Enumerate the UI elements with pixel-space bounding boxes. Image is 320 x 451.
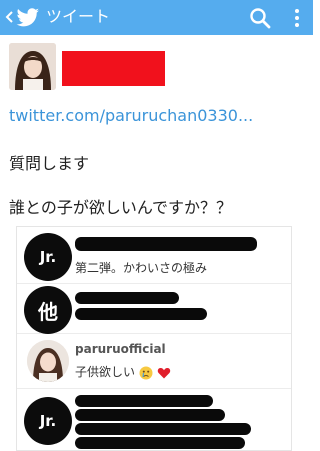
search-icon[interactable] bbox=[248, 6, 272, 30]
page-title: ツイート bbox=[46, 7, 111, 26]
comment-row: Jr. 第二弾。かわいさの極み bbox=[17, 227, 291, 284]
redaction-scribble bbox=[75, 237, 257, 251]
comment-row: paruruofficial 子供欲しい bbox=[17, 334, 291, 389]
redaction-scribble bbox=[75, 308, 207, 320]
crying-face-icon bbox=[139, 366, 153, 379]
redaction-scribble bbox=[75, 437, 245, 449]
other-badge-icon: 他 bbox=[24, 286, 72, 334]
paruruofficial-avatar bbox=[27, 340, 69, 382]
red-heart-icon bbox=[157, 367, 170, 378]
redaction-scribble bbox=[75, 395, 213, 407]
comment-row: Jr. bbox=[17, 389, 291, 450]
redaction-scribble bbox=[75, 292, 179, 304]
author-avatar[interactable] bbox=[9, 43, 56, 90]
jr-badge-icon: Jr. bbox=[24, 233, 72, 281]
comment-username[interactable]: paruruofficial bbox=[75, 342, 166, 356]
comment-text: 第二弾。かわいさの極み bbox=[75, 261, 208, 275]
top-navigation-bar: ツイート bbox=[0, 0, 313, 35]
comment-row: 他 bbox=[17, 284, 291, 334]
more-options-icon[interactable] bbox=[292, 7, 302, 29]
tweet-text-line-2: 誰との子が欲しいんですか？？ bbox=[9, 198, 233, 217]
tweet-link[interactable]: twitter.com/paruruchan0330... bbox=[9, 106, 253, 125]
embedded-comments-image[interactable]: Jr. 第二弾。かわいさの極み 他 paruruofficial 子供欲しい J… bbox=[16, 226, 292, 451]
jr-badge-icon: Jr. bbox=[24, 397, 72, 445]
redacted-author-name bbox=[62, 51, 165, 86]
redaction-scribble bbox=[75, 423, 251, 435]
twitter-bird-icon bbox=[16, 8, 39, 27]
redaction-scribble bbox=[75, 409, 225, 421]
tweet-text-line-1: 質問します bbox=[9, 154, 90, 173]
comment-text: 子供欲しい bbox=[75, 363, 171, 380]
